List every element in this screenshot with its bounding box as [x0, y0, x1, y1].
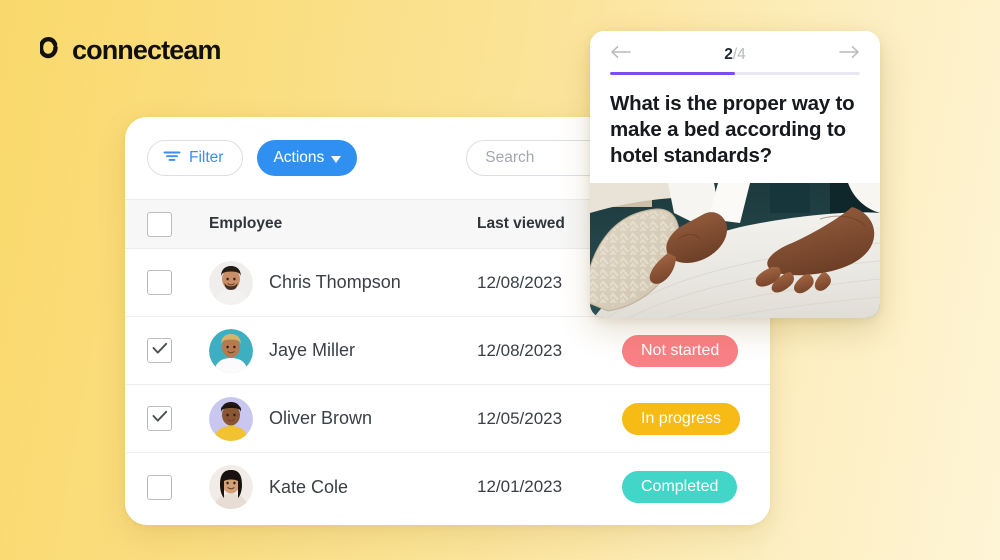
- last-viewed-value: 12/08/2023: [477, 340, 563, 360]
- last-viewed-value: 12/01/2023: [477, 477, 563, 496]
- actions-label: Actions: [273, 149, 325, 167]
- employee-cell: Jaye Miller: [209, 328, 477, 373]
- select-all-cell: [147, 211, 209, 237]
- row-select-cell: [147, 338, 209, 363]
- row-select-cell: [147, 474, 209, 500]
- row-select-cell: [147, 270, 209, 295]
- filter-label: Filter: [189, 149, 224, 167]
- quiz-navigation: 2/4: [590, 31, 880, 72]
- status-badge: Completed: [622, 471, 738, 503]
- column-header-employee[interactable]: Employee: [209, 215, 477, 233]
- row-checkbox[interactable]: [147, 338, 172, 363]
- employee-name: Jaye Miller: [269, 340, 356, 360]
- employee-name: Oliver Brown: [269, 408, 373, 428]
- row-checkbox[interactable]: [147, 270, 172, 295]
- page-background: connecteam Filter Actions Search Employe…: [0, 0, 1000, 560]
- status-cell: Completed: [622, 471, 748, 503]
- status-cell: Not started: [622, 334, 748, 367]
- infinity-mark-icon: [38, 34, 70, 66]
- arrow-right-icon[interactable]: [838, 45, 860, 64]
- check-icon: [152, 342, 168, 360]
- status-badge: Not started: [622, 334, 739, 367]
- filter-button[interactable]: Filter: [147, 140, 244, 176]
- check-icon: [152, 410, 168, 428]
- status-cell: In progress: [622, 402, 748, 435]
- last-viewed-cell: 12/08/2023: [477, 341, 622, 361]
- last-viewed-cell: 12/05/2023: [477, 409, 622, 429]
- table-row[interactable]: Jaye Miller 12/08/2023 Not started: [125, 317, 770, 385]
- employee-name: Kate Cole: [269, 476, 349, 497]
- select-all-checkbox[interactable]: [147, 211, 172, 237]
- table-row[interactable]: Oliver Brown 12/05/2023 In progress: [125, 385, 770, 453]
- connecteam-logo: connecteam: [38, 34, 221, 66]
- employee-cell: Kate Cole: [209, 465, 477, 509]
- row-checkbox[interactable]: [147, 474, 172, 500]
- quiz-question-text: What is the proper way to make a bed acc…: [610, 92, 855, 168]
- avatar-chris-thompson: [209, 260, 253, 305]
- table-row[interactable]: Kate Cole 12/01/2023 Completed: [125, 453, 770, 521]
- quiz-current-step: 2: [724, 45, 733, 63]
- arrow-left-icon[interactable]: [610, 45, 632, 64]
- row-checkbox[interactable]: [147, 406, 172, 431]
- status-badge: In progress: [622, 402, 741, 435]
- chevron-down-icon: [331, 155, 342, 163]
- employee-cell: Oliver Brown: [209, 396, 477, 441]
- quiz-total-steps: /4: [732, 45, 746, 63]
- avatar-kate-cole: [209, 465, 253, 509]
- last-viewed-value: 12/08/2023: [477, 272, 563, 292]
- last-viewed-value: 12/05/2023: [477, 408, 563, 428]
- quiz-step-counter: 2/4: [724, 46, 746, 64]
- quiz-preview-card: 2/4 What is the proper way to make a bed…: [590, 31, 880, 318]
- avatar-oliver-brown: [209, 396, 253, 441]
- logo-wordmark: connecteam: [72, 34, 221, 65]
- row-select-cell: [147, 406, 209, 431]
- last-viewed-cell: 12/01/2023: [477, 477, 622, 497]
- funnel-icon: [163, 149, 181, 167]
- employee-cell: Chris Thompson: [209, 260, 477, 305]
- employee-name: Chris Thompson: [269, 272, 401, 292]
- actions-button[interactable]: Actions: [257, 140, 358, 176]
- avatar-jaye-miller: [209, 328, 253, 373]
- hands-making-bed-photo: [590, 183, 880, 318]
